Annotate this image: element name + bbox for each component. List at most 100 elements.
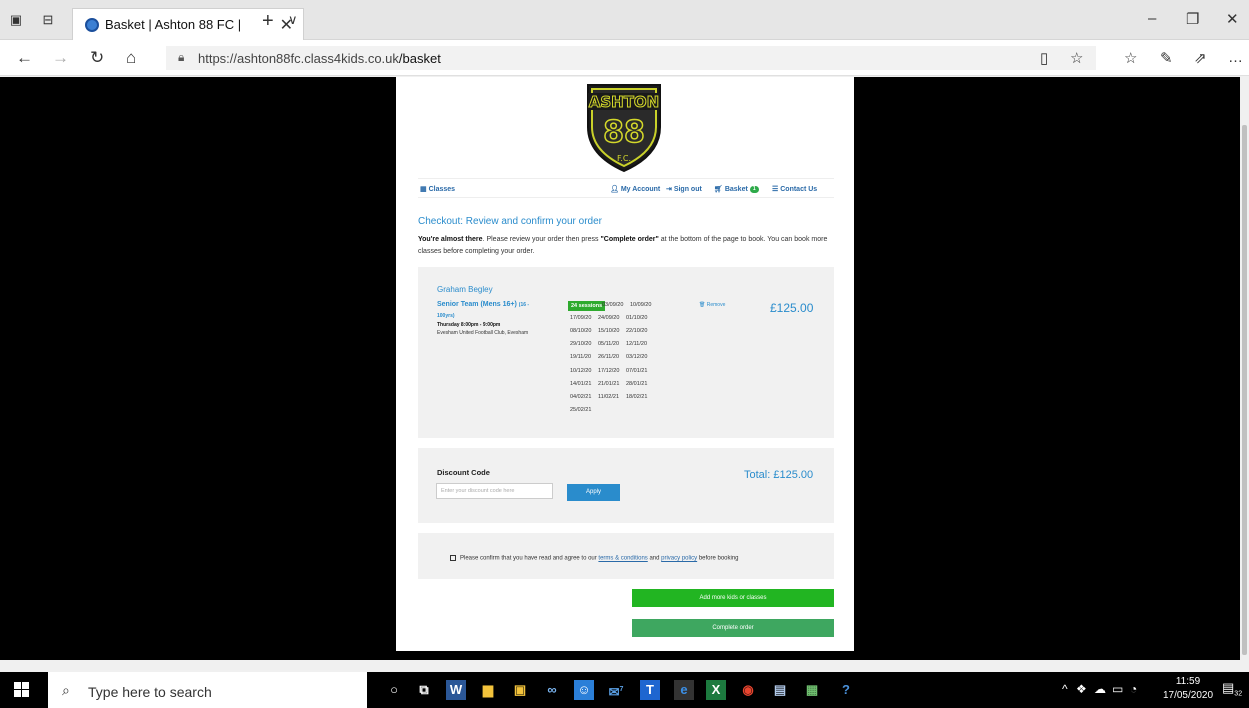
refresh-icon[interactable]: ↻ [90,48,104,68]
mail-icon[interactable]: ✉7 [606,680,626,700]
mail-count: 7 [619,686,624,693]
url-host: https://ashton88fc.class4kids.co.uk [198,51,399,66]
help-icon[interactable]: ? [836,680,856,700]
publisher-icon[interactable]: ▤ [770,680,790,700]
complete-order-button[interactable]: Complete order [632,619,834,637]
edge-icon[interactable]: e [674,680,694,700]
session-date: 01/10/20 [626,315,648,322]
confirm-pre: Please confirm that you have read and ag… [460,555,599,562]
favorite-star-icon[interactable]: ☆ [1070,49,1083,67]
session-date: 08/10/20 [570,328,592,335]
nav-sign-out-label: Sign out [673,186,702,193]
session-date: 17/09/20 [570,315,592,322]
url-path: /basket [398,51,441,66]
nav-sign-out[interactable]: ⇥ Sign out [666,185,702,193]
url-field[interactable]: 🔒︎ https://ashton88fc.class4kids.co.uk/b… [166,46,1096,70]
apply-button[interactable]: Apply [567,484,620,501]
windows-start-icon[interactable] [14,682,30,698]
cortana-icon[interactable]: ○ [384,680,404,700]
nav-contact-label: Contact Us [780,186,818,193]
sessions-badge: 24 sessions [568,301,606,311]
nav-basket[interactable]: 🛒︎ Basket 1 [714,185,759,193]
clock-date: 17/05/2020 [1162,690,1214,701]
class-time: Thursday 8:00pm - 9:00pm [437,322,501,328]
terms-checkbox[interactable] [450,555,456,561]
store-icon[interactable]: ▣ [510,680,530,700]
back-icon[interactable]: ← [16,48,33,68]
lock-icon: 🔒︎ [178,50,185,64]
share-icon[interactable]: ⇗ [1194,49,1207,67]
session-date: 10/09/20 [630,302,652,308]
session-date: 21/01/21 [598,380,620,387]
class-name-text: Senior Team (Mens 16+) [437,301,517,308]
logo-text-top: ASHTON [589,93,660,111]
more-icon[interactable]: … [1228,49,1243,66]
session-date: 22/10/20 [626,328,648,335]
show-hidden-icon[interactable]: ^ [1062,682,1068,696]
clock[interactable]: 11:59 17/05/2020 [1162,675,1214,703]
notifications-icon[interactable]: ▤32 [1222,680,1242,698]
restore-icon[interactable]: ❐ [1186,10,1199,28]
add-more-button[interactable]: Add more kids or classes [632,589,834,607]
class-name[interactable]: Senior Team (Mens 16+) (16 - [437,301,529,308]
order-total: Total: £125.00 [744,469,814,481]
session-date: 07/01/21 [626,367,648,374]
session-date: 18/02/21 [626,393,648,400]
onedrive-icon[interactable]: ☁ [1094,682,1106,696]
minimize-icon[interactable]: – [1148,10,1156,27]
scrollbar-thumb[interactable] [1242,125,1247,655]
forward-icon[interactable]: → [52,48,69,68]
battery-icon[interactable]: ▭ [1112,682,1123,696]
remove-button[interactable]: 🗑︎ Remove [699,302,725,308]
session-date: 10/12/20 [570,367,592,374]
tab-actions-icon[interactable]: ▣ [8,12,24,28]
close-window-icon[interactable]: ✕ [1226,10,1239,28]
nav-basket-label: Basket [724,186,748,193]
intro-bold: You're almost there [418,236,483,243]
file-explorer-icon[interactable]: ▆ [478,680,498,700]
favorites-list-icon[interactable]: ☆ [1124,49,1137,67]
discount-panel: Discount Code Enter your discount code h… [418,448,834,523]
teams-app-icon[interactable]: T [640,680,660,700]
search-icon: ⌕ [62,682,70,698]
site-nav: ▦ Classes 👤︎ My Account ⇥ Sign out 🛒︎ Ba… [418,178,834,198]
chrome-icon[interactable]: ◉ [738,680,758,700]
class-age: (16 - [518,302,530,308]
nav-classes[interactable]: ▦ Classes [420,185,455,193]
chevron-down-icon[interactable]: ∨ [288,12,298,28]
reading-view-icon[interactable]: ▯ [1040,49,1048,67]
taskbar-search[interactable]: ⌕ Type here to search [48,672,367,708]
session-date: 26/11/20 [598,354,620,361]
session-date: 11/02/21 [598,393,620,400]
privacy-link[interactable]: privacy policy [661,556,697,562]
nav-my-account[interactable]: 👤︎ My Account [610,185,660,193]
wifi-icon[interactable]: ◔ [1130,682,1137,696]
discount-code-input[interactable]: Enter your discount code here [436,483,553,499]
chat-app-icon[interactable]: ☺ [574,680,594,700]
scrollbar[interactable] [1240,77,1249,660]
order-item-panel: Graham Begley Senior Team (Mens 16+) (16… [418,267,834,438]
session-date: 14/01/21 [570,380,592,387]
session-date: 28/01/21 [626,380,648,387]
checkout-heading: Checkout: Review and confirm your order [418,216,602,227]
session-date: 03/09/20 [602,302,624,308]
nav-classes-label: Classes [428,186,456,193]
home-icon[interactable]: ⌂ [126,48,136,68]
tab-title: Basket | Ashton 88 FC | [105,17,242,32]
word-icon[interactable]: W [446,680,466,700]
checkout-title: Checkout [418,216,461,227]
spreadsheet-icon[interactable]: ▦ [802,680,822,700]
session-date: 04/02/21 [570,393,592,400]
dropbox-icon[interactable]: ❖ [1076,682,1087,696]
pen-icon[interactable]: ✎ [1160,49,1173,67]
notification-count: 32 [1234,690,1243,698]
nav-contact[interactable]: ☰ Contact Us [772,185,817,193]
new-tab-icon[interactable]: + [262,10,274,33]
tabs-aside-icon[interactable]: ⊟ [40,12,56,28]
task-view-icon[interactable]: ⧉ [414,680,434,700]
infinity-app-icon[interactable]: ∞ [542,680,562,700]
excel-icon[interactable]: X [706,680,726,700]
checkout-subtitle: : Review and confirm your order [460,216,602,227]
club-logo[interactable]: ASHTON 88 F.C. [584,81,664,173]
terms-link[interactable]: terms & conditions [598,556,647,562]
